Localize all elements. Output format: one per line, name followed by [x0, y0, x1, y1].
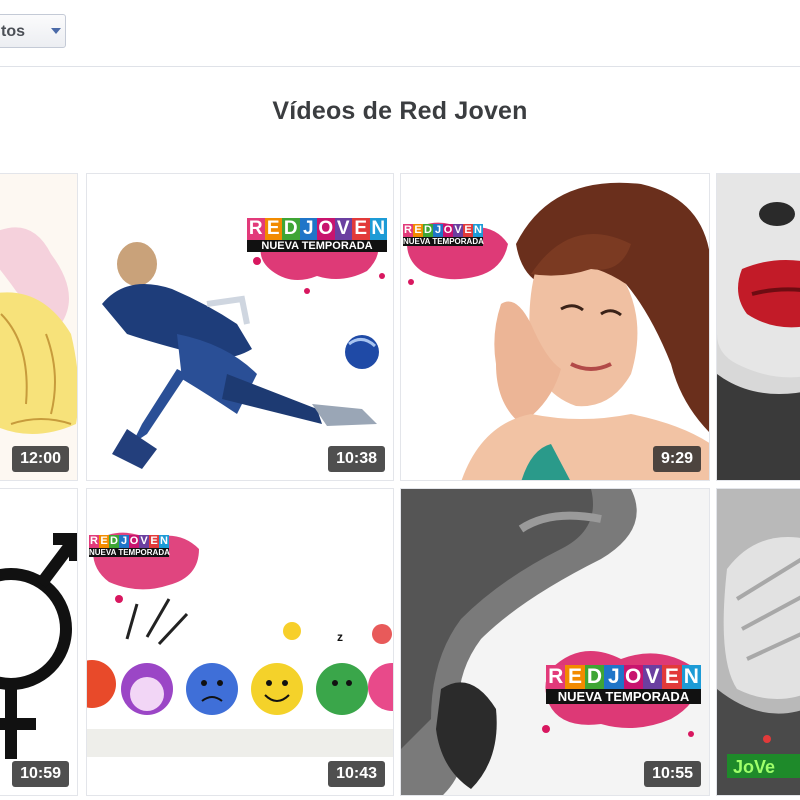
logo-letter: E	[149, 535, 159, 548]
chevron-down-icon	[51, 28, 61, 34]
logo-letter: O	[317, 218, 335, 240]
logo-letter: E	[264, 218, 282, 240]
logo-subtitle: NUEVA TEMPORADA	[403, 237, 484, 246]
video-5-image	[0, 489, 77, 795]
logo-subtitle: NUEVA TEMPORADA	[89, 548, 170, 557]
logo-letter: N	[159, 535, 169, 548]
video-duration: 10:55	[644, 761, 701, 787]
logo-letter: E	[463, 224, 473, 237]
video-duration: 9:29	[652, 446, 701, 472]
logo-subtitle: NUEVA TEMPORADA	[247, 240, 387, 252]
logo-letters: REDJOVEN	[403, 224, 483, 237]
video-duration: 10:38	[328, 446, 385, 472]
logo-letter: D	[423, 224, 433, 237]
logo-letter: V	[139, 535, 149, 548]
video-8-image: JoVe	[717, 489, 800, 795]
video-thumbnail-5[interactable]: 10:59	[0, 488, 78, 796]
logo-letter: E	[662, 665, 682, 689]
video-thumbnail-7[interactable]: REDJOVEN NUEVA TEMPORADA 10:55	[400, 488, 710, 796]
logo-letter: E	[352, 218, 370, 240]
logo-letter: R	[403, 224, 413, 237]
red-joven-logo: REDJOVEN NUEVA TEMPORADA	[247, 206, 392, 294]
logo-letter: V	[334, 218, 352, 240]
red-joven-logo: REDJOVEN NUEVA TEMPORADA	[89, 527, 219, 607]
logo-letter: R	[89, 535, 99, 548]
logo-letter: D	[282, 218, 300, 240]
red-joven-logo: REDJOVEN NUEVA TEMPORADA	[541, 639, 706, 739]
logo-letter: N	[473, 224, 483, 237]
logo-letter: E	[413, 224, 423, 237]
logo-letter: N	[369, 218, 387, 240]
video-thumbnail-1[interactable]: 12:00	[0, 173, 78, 481]
logo-letter: E	[99, 535, 109, 548]
video-thumbnail-6[interactable]: z REDJOVEN NUEVA TEMPORADA 10:43	[86, 488, 394, 796]
logo-letter: R	[546, 665, 566, 689]
logo-letter: N	[681, 665, 701, 689]
logo-letter: J	[433, 224, 443, 237]
top-toolbar: tos	[0, 0, 800, 67]
logo-letter: J	[604, 665, 624, 689]
logo-letter: D	[584, 665, 605, 689]
red-joven-logo: REDJOVEN NUEVA TEMPORADA	[403, 214, 513, 294]
logo-letter: O	[443, 224, 453, 237]
video-1-image	[0, 174, 77, 480]
filter-dropdown-label: tos	[1, 23, 25, 40]
logo-letter: O	[623, 665, 643, 689]
logo-subtitle: NUEVA TEMPORADA	[546, 689, 701, 704]
logo-letter: V	[642, 665, 663, 689]
video-thumbnail-2[interactable]: REDJOVEN NUEVA TEMPORADA 10:38	[86, 173, 394, 481]
video-duration: 12:00	[12, 446, 69, 472]
logo-letter: J	[119, 535, 129, 548]
page-title: Vídeos de Red Joven	[272, 97, 528, 125]
video-4-image	[717, 174, 800, 480]
logo-letter: D	[109, 535, 119, 548]
logo-letters: REDJOVEN	[247, 218, 387, 240]
video-duration: 10:43	[328, 761, 385, 787]
video-8-watermark: JoVe	[733, 757, 775, 777]
logo-letters: REDJOVEN	[89, 535, 169, 548]
video-thumbnail-4[interactable]	[716, 173, 800, 481]
svg-text:z: z	[337, 630, 343, 644]
video-thumbnail-3[interactable]: REDJOVEN NUEVA TEMPORADA 9:29	[400, 173, 710, 481]
video-duration: 10:59	[12, 761, 69, 787]
filter-dropdown[interactable]: tos	[0, 14, 66, 48]
logo-letters: REDJOVEN	[546, 665, 701, 689]
logo-letter: V	[453, 224, 463, 237]
logo-letter: J	[299, 218, 317, 240]
logo-letter: E	[565, 665, 585, 689]
video-thumbnail-8[interactable]: JoVe	[716, 488, 800, 796]
logo-letter: R	[247, 218, 265, 240]
logo-letter: O	[129, 535, 139, 548]
